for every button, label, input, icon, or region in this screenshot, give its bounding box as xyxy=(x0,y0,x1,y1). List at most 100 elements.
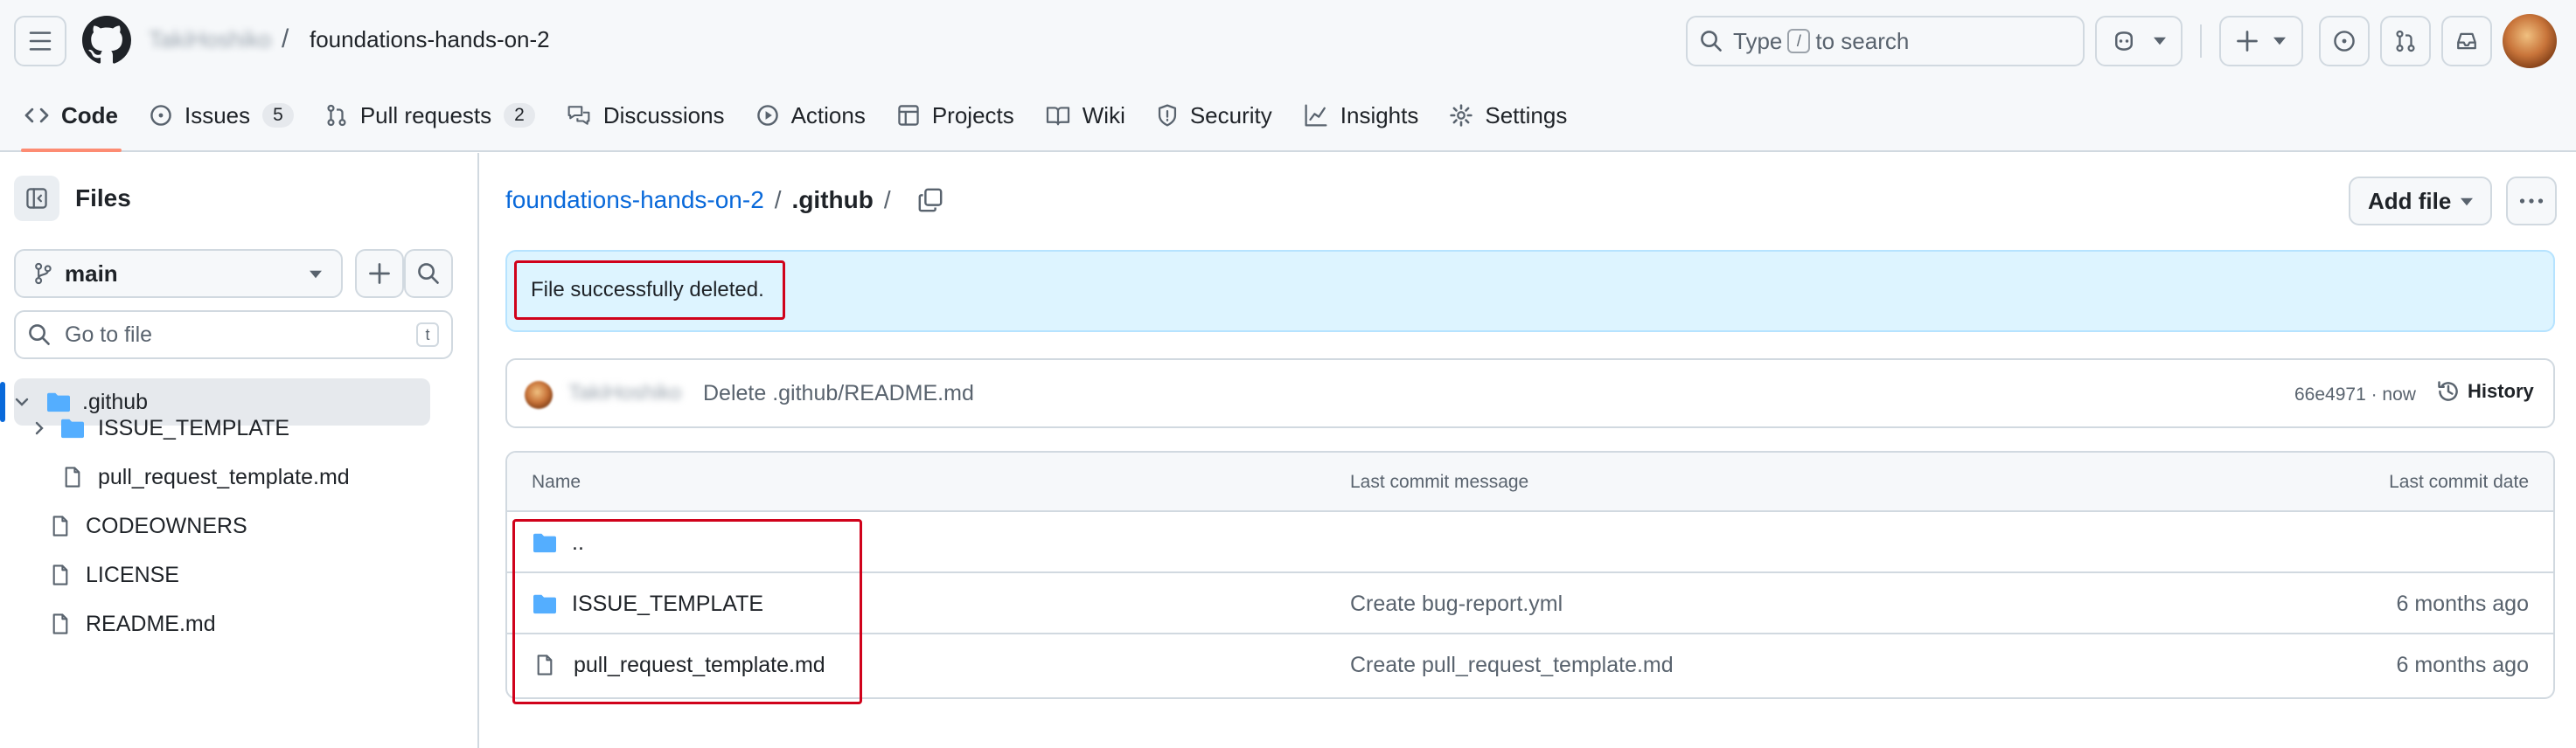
git-pull-request-icon xyxy=(2396,30,2415,52)
branch-name: main xyxy=(65,260,118,287)
repo-name-link[interactable]: foundations-hands-on-2 xyxy=(310,26,550,53)
add-file-sidebar-button[interactable] xyxy=(355,249,404,298)
search-files-button[interactable] xyxy=(404,249,453,298)
tab-label: Settings xyxy=(1485,101,1568,128)
tab-issues[interactable]: Issues 5 xyxy=(137,87,306,143)
tab-insights[interactable]: Insights xyxy=(1291,87,1431,143)
tab-label: Pull requests xyxy=(359,101,492,128)
git-branch-icon xyxy=(35,262,52,285)
row-commit-date: 6 months ago xyxy=(2396,652,2530,677)
row-commit-message[interactable]: Create pull_request_template.md xyxy=(1350,634,1674,696)
tab-code[interactable]: Code xyxy=(12,87,130,152)
graph-icon xyxy=(1305,104,1327,127)
breadcrumb: foundations-hands-on-2 / .github / xyxy=(505,186,943,214)
file-icon xyxy=(52,516,68,537)
copilot-button[interactable] xyxy=(2095,16,2183,66)
tab-label: Discussions xyxy=(602,101,725,128)
chevron-down-icon xyxy=(2461,197,2473,206)
file-icon xyxy=(65,467,80,488)
search-icon xyxy=(418,263,439,284)
history-label: History xyxy=(2468,380,2534,402)
search-icon xyxy=(29,324,50,345)
plus-icon xyxy=(369,263,390,284)
tab-projects[interactable]: Projects xyxy=(885,87,1027,143)
tab-security[interactable]: Security xyxy=(1145,87,1285,143)
tab-label: Wiki xyxy=(1082,101,1125,128)
folder-icon xyxy=(61,419,84,439)
tree-selected-indicator xyxy=(0,382,5,422)
search-prefix: Type xyxy=(1733,27,1783,54)
row-commit-date: 6 months ago xyxy=(2396,591,2530,616)
repo-tabs: Code Issues 5 Pull requests 2 Discussion… xyxy=(0,87,1586,152)
commit-message-link[interactable]: Delete .github/README.md xyxy=(703,381,974,406)
tab-label: Code xyxy=(61,101,118,128)
commit-author-avatar[interactable] xyxy=(525,381,553,409)
tab-label: Security xyxy=(1189,101,1272,128)
tab-label: Issues xyxy=(184,101,251,128)
git-pull-request-icon xyxy=(327,104,346,127)
plus-icon xyxy=(2237,31,2258,52)
tree-item-issue-template[interactable]: ISSUE_TEMPLATE xyxy=(31,405,289,452)
history-button[interactable]: History xyxy=(2436,379,2534,404)
play-icon xyxy=(756,105,778,126)
tab-wiki[interactable]: Wiki xyxy=(1034,87,1138,143)
book-icon xyxy=(1046,107,1069,126)
repo-owner-link[interactable]: TakiHoshiko xyxy=(149,26,271,53)
add-file-button[interactable]: Add file xyxy=(2349,177,2492,225)
tree-item-readme[interactable]: README.md xyxy=(51,600,216,648)
column-header-date: Last commit date xyxy=(2389,472,2529,492)
tab-actions[interactable]: Actions xyxy=(744,87,878,143)
hamburger-icon xyxy=(29,31,52,51)
copy-icon[interactable] xyxy=(917,187,943,213)
tab-pull-requests[interactable]: Pull requests 2 xyxy=(313,87,547,143)
tab-settings[interactable]: Settings xyxy=(1438,87,1579,143)
flash-message-text: File successfully deleted. xyxy=(531,278,764,301)
collapse-sidebar-button[interactable] xyxy=(14,176,59,221)
tree-item-license[interactable]: LICENSE xyxy=(51,551,179,599)
go-to-file-input[interactable]: Go to file t xyxy=(14,310,453,359)
branch-selector[interactable]: main xyxy=(14,249,343,298)
create-new-button[interactable] xyxy=(2219,16,2303,66)
file-icon xyxy=(52,613,68,634)
pull-requests-button[interactable] xyxy=(2380,16,2431,66)
issues-count-badge: 5 xyxy=(262,103,294,128)
row-commit-message[interactable]: Create bug-report.yml xyxy=(1350,573,1563,634)
latest-commit-bar: TakiHoshiko Delete .github/README.md 66e… xyxy=(505,358,2555,428)
more-options-button[interactable] xyxy=(2506,177,2557,225)
chevron-down-icon xyxy=(2273,37,2286,45)
commit-meta[interactable]: 66e4971 · now xyxy=(2294,384,2416,405)
issues-button[interactable] xyxy=(2319,16,2370,66)
tree-item-label: ISSUE_TEMPLATE xyxy=(98,415,290,440)
breadcrumb-root-link[interactable]: foundations-hands-on-2 xyxy=(505,186,764,214)
chevron-down-icon xyxy=(2154,37,2166,45)
copilot-icon xyxy=(2115,31,2133,51)
kebab-horizontal-icon xyxy=(2519,198,2544,204)
tree-item-pull-request-template[interactable]: pull_request_template.md xyxy=(63,454,350,501)
flash-banner xyxy=(505,250,2555,332)
inbox-icon xyxy=(2457,32,2476,50)
issue-opened-icon xyxy=(150,105,171,126)
tab-label: Actions xyxy=(790,101,866,128)
search-input[interactable]: Type / to search xyxy=(1686,16,2085,66)
github-logo-icon[interactable] xyxy=(82,16,131,65)
code-icon xyxy=(24,107,49,123)
inbox-button[interactable] xyxy=(2441,16,2492,66)
comment-discussion-icon xyxy=(567,106,590,125)
tree-item-label: CODEOWNERS xyxy=(86,513,247,538)
search-shortcut-key: / xyxy=(1787,29,1811,53)
breadcrumb-separator: / xyxy=(883,186,891,213)
menu-button[interactable] xyxy=(14,16,66,66)
tree-item-label: pull_request_template.md xyxy=(98,464,350,489)
global-header: TakiHoshiko / foundations-hands-on-2 Typ… xyxy=(0,0,2576,152)
go-to-file-placeholder: Go to file xyxy=(65,322,153,347)
tree-item-label: README.md xyxy=(86,611,216,636)
chevron-right-icon xyxy=(35,421,44,435)
sidebar-collapse-icon xyxy=(26,188,47,209)
commit-author-link[interactable]: TakiHoshiko xyxy=(568,381,681,405)
search-suffix: to search xyxy=(1815,27,1910,54)
tree-item-codeowners[interactable]: CODEOWNERS xyxy=(51,502,247,550)
flash-message: File successfully deleted. xyxy=(514,260,785,320)
owner-repo-separator: / xyxy=(282,24,289,53)
tab-discussions[interactable]: Discussions xyxy=(554,87,737,143)
user-avatar[interactable] xyxy=(2503,14,2557,68)
